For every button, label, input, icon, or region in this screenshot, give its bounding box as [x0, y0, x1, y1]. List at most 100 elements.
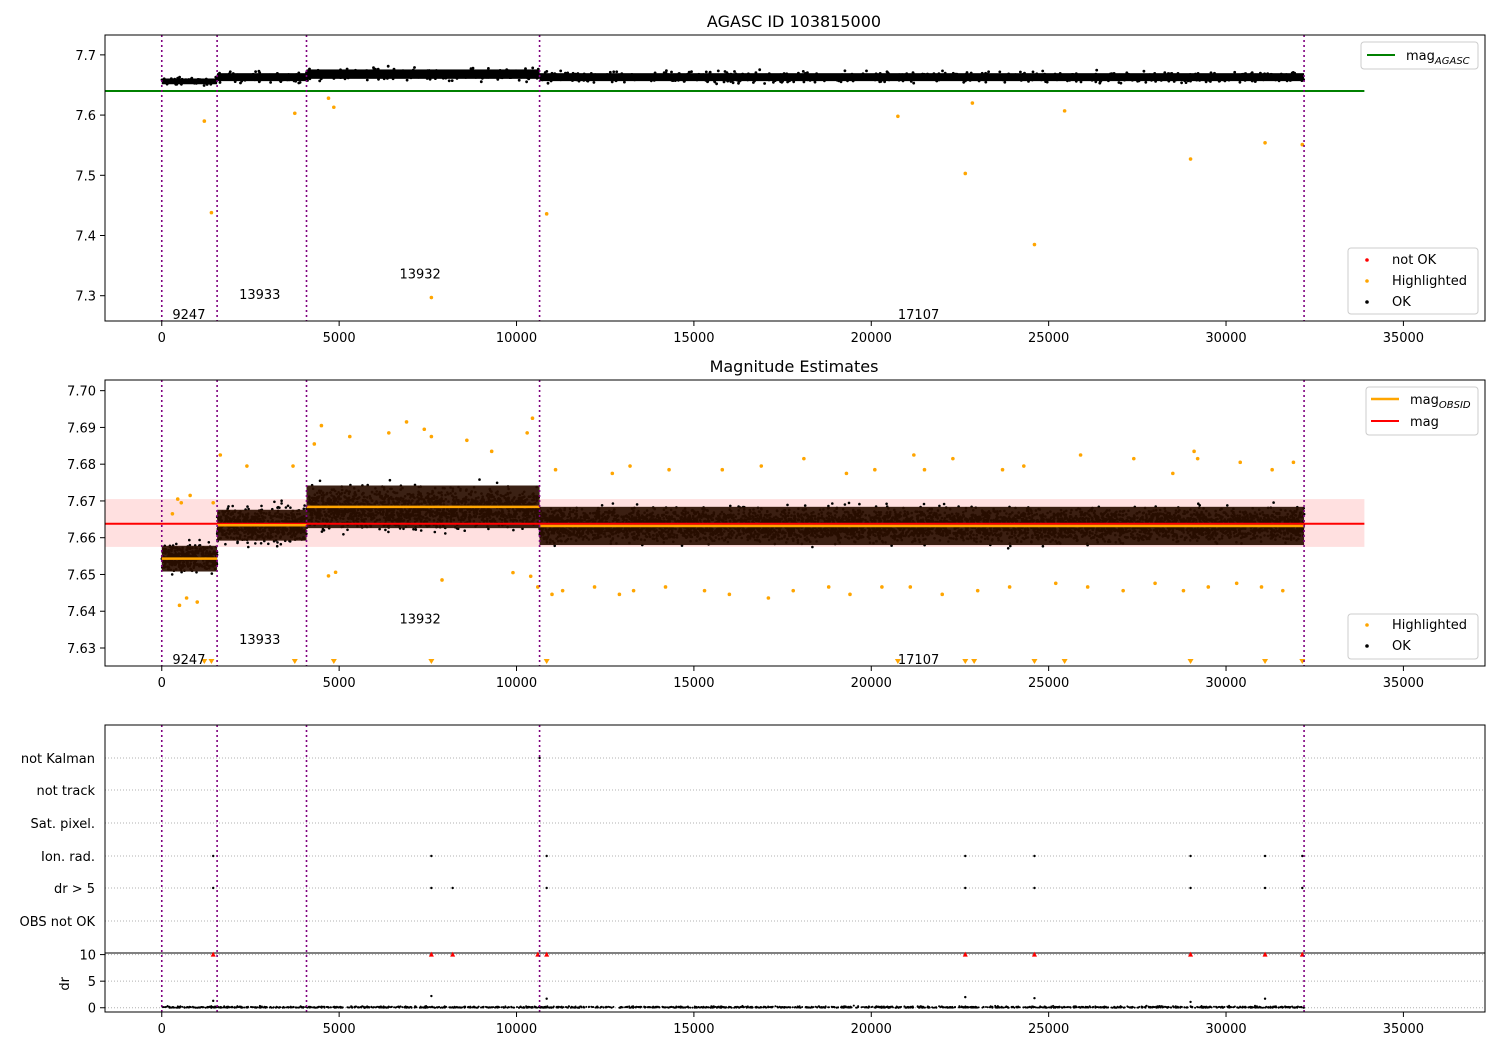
ok-point	[1014, 73, 1017, 77]
ok-point	[901, 79, 905, 83]
ok-point	[276, 541, 279, 544]
ok-point	[1158, 75, 1162, 78]
ok-point	[413, 66, 416, 69]
ok-point	[691, 74, 694, 78]
ok-point	[365, 73, 369, 76]
ok-point	[1209, 71, 1213, 75]
ok-point	[726, 77, 730, 80]
ok-point	[708, 74, 711, 78]
ok-point	[218, 81, 222, 84]
ok-point	[799, 75, 803, 79]
ok-point	[419, 72, 422, 76]
ok-point	[818, 78, 822, 81]
ok-point	[719, 76, 723, 80]
ok-point	[302, 507, 306, 511]
ok-point	[620, 76, 623, 79]
ok-point	[665, 69, 668, 73]
ok-point	[769, 75, 773, 79]
ok-point	[997, 76, 1001, 80]
ok-point	[1031, 70, 1035, 74]
ok-point	[392, 67, 396, 71]
ok-point	[231, 504, 234, 508]
highlighted-point	[292, 111, 297, 116]
ok-point	[402, 70, 405, 73]
ok-point	[850, 72, 854, 76]
ok-point	[1140, 77, 1144, 81]
ok-point	[242, 74, 245, 78]
ok-point	[882, 74, 885, 78]
ok-point	[411, 68, 415, 72]
ok-point	[797, 71, 800, 75]
ok-point	[661, 75, 665, 78]
ok-point	[246, 541, 249, 544]
ok-point	[964, 77, 968, 80]
ok-point	[558, 76, 562, 80]
ok-point	[482, 70, 486, 74]
ok-point	[445, 70, 448, 73]
ok-point	[487, 69, 490, 73]
ok-point	[878, 72, 882, 75]
ok-point	[346, 76, 350, 80]
highlighted-point	[209, 210, 214, 215]
ok-point	[1255, 76, 1258, 80]
ok-point	[444, 532, 447, 535]
ok-point	[254, 70, 257, 73]
ok-point	[405, 78, 409, 82]
agasc-mag-panel: AGASC ID 103815000 9247139331393217107 0…	[75, 12, 1486, 346]
ok-point	[205, 79, 208, 83]
ok-point	[792, 80, 796, 84]
y-tick-label: 7.5	[75, 169, 96, 184]
ok-point	[969, 71, 973, 75]
ok-point	[176, 76, 180, 80]
ok-point	[1209, 76, 1213, 80]
ok-point	[1154, 80, 1157, 83]
highlighted-point	[544, 212, 549, 216]
ok-point	[316, 68, 320, 72]
ok-point	[318, 479, 322, 483]
ok-point	[486, 75, 490, 79]
ok-point	[1116, 75, 1119, 79]
ok-point	[843, 503, 847, 506]
ok-point	[908, 73, 911, 77]
ok-point	[861, 78, 865, 81]
ok-point	[964, 73, 968, 76]
ok-point	[284, 506, 288, 509]
ok-point	[909, 80, 913, 83]
ok-point	[481, 76, 484, 80]
ok-point	[998, 70, 1002, 74]
ok-point	[171, 78, 175, 82]
ok-point	[423, 71, 426, 75]
ok-point	[780, 73, 783, 77]
ok-point	[529, 75, 532, 78]
ok-point	[1269, 73, 1273, 77]
ok-point	[1192, 77, 1196, 80]
ok-point	[497, 71, 501, 75]
ok-point	[935, 79, 938, 83]
ok-point	[759, 74, 762, 77]
ok-point	[406, 74, 410, 78]
ok-point	[398, 71, 401, 74]
ok-point	[163, 80, 166, 84]
ok-point	[453, 72, 456, 76]
ok-point	[1257, 73, 1260, 77]
ok-point	[526, 73, 530, 77]
ok-point	[635, 77, 638, 81]
ok-point	[1182, 78, 1186, 81]
ok-point	[1030, 78, 1034, 82]
ok-point	[1289, 75, 1292, 79]
ok-point	[1119, 81, 1123, 85]
ok-point	[756, 78, 759, 81]
ok-point	[268, 77, 272, 80]
ok-point	[342, 533, 345, 536]
ok-point	[735, 78, 739, 82]
ok-point	[1055, 75, 1059, 79]
ok-point	[716, 69, 720, 73]
ok-point	[455, 69, 458, 73]
ok-point	[428, 77, 432, 81]
ok-point	[267, 73, 271, 77]
ok-point	[351, 74, 354, 78]
ok-point	[1221, 73, 1225, 77]
ok-point	[498, 69, 502, 72]
ok-point	[524, 67, 527, 71]
ok-point	[1274, 78, 1277, 82]
